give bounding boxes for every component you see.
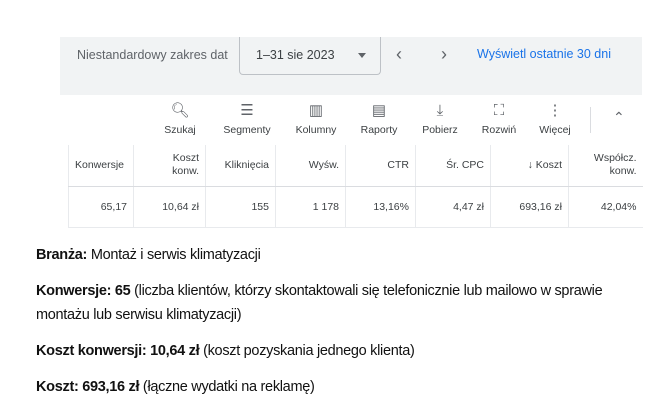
download-button[interactable]: ⤓ Pobierz bbox=[410, 101, 470, 136]
more-button[interactable]: ⋮ Więcej bbox=[525, 101, 585, 136]
note-industry: Branża: Montaż i serwis klimatyzacji bbox=[36, 247, 261, 263]
reports-button[interactable]: ▤ Raporty bbox=[349, 101, 409, 136]
expand-button[interactable]: ⛶ Rozwiń bbox=[469, 101, 529, 136]
toolbar-divider bbox=[590, 107, 591, 133]
segments-icon: ☰ bbox=[240, 102, 254, 119]
notes: Branża: Montaż i serwis klimatyzacji Kon… bbox=[36, 243, 636, 411]
table-cell: 1 178 bbox=[275, 186, 346, 228]
date-range-value: 1–31 sie 2023 bbox=[256, 48, 335, 62]
note-cost: Koszt: 693,16 zł (łączne wydatki na rekl… bbox=[36, 379, 315, 395]
chevron-right-icon[interactable]: › bbox=[441, 44, 447, 65]
columns-icon: ▥ bbox=[308, 102, 324, 119]
dropdown-caret-icon bbox=[358, 53, 366, 58]
table-cell: 10,64 zł bbox=[133, 186, 206, 228]
table-cell: 4,47 zł bbox=[415, 186, 491, 228]
metrics-table: Konwersje Koszt konw. Kliknięcia Wyśw. C… bbox=[68, 145, 643, 228]
date-range-bar: Niestandardowy zakres dat 1–31 sie 2023 … bbox=[60, 37, 642, 95]
segments-button[interactable]: ☰ Segmenty bbox=[217, 101, 277, 136]
search-icon: 🔍︎ bbox=[170, 102, 190, 119]
expand-icon: ⛶ bbox=[493, 102, 505, 119]
more-icon: ⋮ bbox=[547, 102, 563, 119]
column-header[interactable]: Konwersje bbox=[68, 145, 134, 187]
search-button[interactable]: 🔍︎ Szukaj bbox=[150, 101, 210, 136]
chevron-up-icon[interactable]: ⌃ bbox=[613, 109, 625, 126]
table-cell: 693,16 zł bbox=[490, 186, 569, 228]
table-row: 65,17 10,64 zł 155 1 178 13,16% 4,47 zł … bbox=[68, 186, 643, 228]
table-cell: 42,04% bbox=[568, 186, 643, 228]
table-cell: 13,16% bbox=[345, 186, 416, 228]
table-toolbar: 🔍︎ Szukaj ☰ Segmenty ▥ Kolumny ▤ Raporty ⤓ Po… bbox=[60, 95, 642, 145]
columns-button[interactable]: ▥ Kolumny bbox=[286, 101, 346, 136]
column-header[interactable]: CTR bbox=[345, 145, 416, 187]
reports-icon: ▤ bbox=[371, 102, 387, 119]
column-header[interactable]: Śr. CPC bbox=[415, 145, 491, 187]
table-header-row: Konwersje Koszt konw. Kliknięcia Wyśw. C… bbox=[68, 145, 643, 187]
note-conversions: Konwersje: 65 (liczba klientów, którzy s… bbox=[36, 283, 603, 323]
column-header[interactable]: Wyśw. bbox=[275, 145, 346, 187]
column-header[interactable]: Koszt konw. bbox=[133, 145, 206, 187]
date-range-picker[interactable]: 1–31 sie 2023 bbox=[239, 37, 381, 75]
column-header[interactable]: Kliknięcia bbox=[205, 145, 276, 187]
table-cell: 155 bbox=[205, 186, 276, 228]
note-conversion-cost: Koszt konwersji: 10,64 zł (koszt pozyska… bbox=[36, 343, 415, 359]
column-header[interactable]: Współcz. konw. bbox=[568, 145, 643, 187]
date-range-label: Niestandardowy zakres dat bbox=[77, 48, 228, 62]
column-header[interactable]: ↓ Koszt bbox=[490, 145, 569, 187]
show-last-30-days-link[interactable]: Wyświetl ostatnie 30 dni bbox=[477, 47, 611, 61]
table-cell: 65,17 bbox=[68, 186, 134, 228]
chevron-left-icon[interactable]: ‹ bbox=[396, 44, 402, 65]
download-icon: ⤓ bbox=[436, 102, 444, 119]
